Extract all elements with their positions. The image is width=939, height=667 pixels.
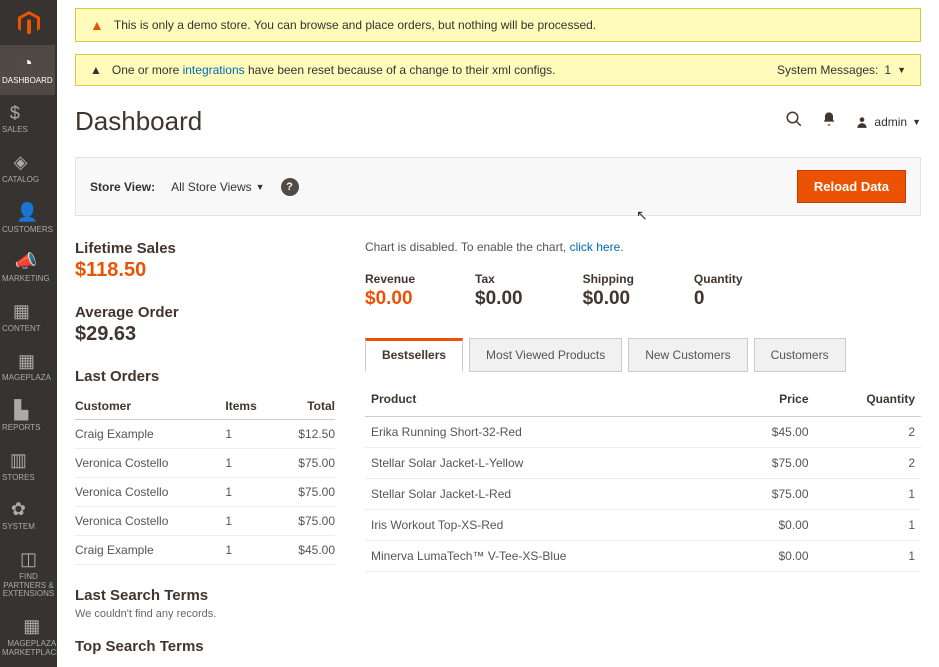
- sidebar-item-reports-icon: ▙: [14, 401, 28, 421]
- last-orders-table: Customer Items Total Craig Example1$12.5…: [75, 393, 335, 565]
- chevron-down-icon: ▼: [912, 117, 921, 127]
- table-row[interactable]: Erika Running Short-32-Red$45.002: [365, 417, 921, 448]
- sidebar-item-label: DASHBOARD: [2, 77, 53, 86]
- lifetime-sales-value: $118.50: [75, 259, 335, 282]
- tab-new-customers[interactable]: New Customers: [628, 338, 747, 372]
- sidebar-item-stores[interactable]: ▥ STORES: [0, 442, 37, 492]
- table-row[interactable]: Craig Example1$45.00: [75, 536, 335, 565]
- sidebar-item-label: CONTENT: [2, 325, 41, 334]
- sidebar-item-label: MAGEPLAZA MARKETPLACE: [2, 640, 62, 658]
- chart-disabled-note: Chart is disabled. To enable the chart, …: [365, 240, 921, 254]
- table-row[interactable]: Veronica Costello1$75.00: [75, 478, 335, 507]
- metric-revenue: Revenue$0.00: [365, 272, 415, 310]
- top-search-title: Top Search Terms: [75, 638, 335, 655]
- sidebar-item-system-icon: ✿: [11, 500, 26, 520]
- lifetime-sales-label: Lifetime Sales: [75, 240, 335, 257]
- sidebar-item-mageplaza-icon: ▦: [18, 352, 35, 372]
- sidebar-item-label: SALES: [2, 126, 28, 135]
- demo-banner-text: This is only a demo store. You can brows…: [114, 18, 596, 32]
- enable-chart-link[interactable]: click here: [570, 240, 621, 254]
- main-content: ▲ This is only a demo store. You can bro…: [57, 0, 939, 667]
- table-row[interactable]: Veronica Costello1$75.00: [75, 507, 335, 536]
- sidebar-item-label: STORES: [2, 474, 35, 483]
- sidebar-item-marketing-icon: 📣: [15, 252, 37, 272]
- sidebar-item-label: REPORTS: [2, 424, 41, 433]
- chevron-down-icon: ▼: [256, 182, 265, 192]
- sidebar-item-reports[interactable]: ▙ REPORTS: [0, 392, 43, 442]
- sidebar-item-dashboard-icon: ◔: [22, 54, 33, 74]
- sidebar-item-sales[interactable]: $ SALES: [0, 95, 30, 145]
- sidebar-item-label: CATALOG: [2, 176, 39, 185]
- sidebar-item-customers[interactable]: 👤 CUSTOMERS: [0, 194, 55, 244]
- tab-customers[interactable]: Customers: [754, 338, 846, 372]
- help-icon[interactable]: ?: [281, 178, 299, 196]
- table-row[interactable]: Craig Example1$12.50: [75, 420, 335, 449]
- notifications-button[interactable]: [821, 111, 837, 132]
- sidebar-item-marketing[interactable]: 📣 MARKETING: [0, 243, 52, 293]
- average-order-value: $29.63: [75, 323, 335, 346]
- table-row[interactable]: Veronica Costello1$75.00: [75, 449, 335, 478]
- last-search-title: Last Search Terms: [75, 587, 335, 604]
- integrations-banner-text: One or more integrations have been reset…: [112, 63, 556, 77]
- average-order-label: Average Order: [75, 304, 335, 321]
- sidebar: ◔ DASHBOARD $ SALES ◈ CATALOG 👤 CUSTOMERS 📣 MARKE…: [0, 0, 57, 667]
- store-view-select[interactable]: All Store Views ▼: [171, 180, 264, 194]
- sidebar-item-dashboard[interactable]: ◔ DASHBOARD: [0, 45, 55, 95]
- demo-banner: ▲ This is only a demo store. You can bro…: [75, 8, 921, 42]
- sidebar-item-content-icon: ▦: [13, 302, 30, 322]
- bestsellers-table: Product Price Quantity Erika Running Sho…: [365, 382, 921, 572]
- table-row[interactable]: Minerva LumaTech™ V-Tee-XS-Blue$0.001: [365, 541, 921, 572]
- reload-data-button[interactable]: Reload Data: [797, 170, 906, 203]
- system-messages-toggle[interactable]: System Messages: 1 ▼: [777, 63, 906, 77]
- sidebar-item-label: CUSTOMERS: [2, 226, 53, 235]
- sidebar-item-marketplace-icon: ▦: [23, 617, 40, 637]
- metric-shipping: Shipping$0.00: [583, 272, 634, 310]
- last-orders-title: Last Orders: [75, 368, 335, 385]
- sidebar-item-system[interactable]: ✿ SYSTEM: [0, 491, 37, 541]
- sidebar-item-catalog[interactable]: ◈ CATALOG: [0, 144, 41, 194]
- sidebar-item-catalog-icon: ◈: [14, 153, 28, 173]
- table-row[interactable]: Stellar Solar Jacket-L-Yellow$75.002: [365, 448, 921, 479]
- sidebar-item-mageplaza[interactable]: ▦ MAGEPLAZA: [0, 343, 53, 393]
- sidebar-item-partners-icon: ◫: [20, 550, 37, 570]
- sidebar-item-label: MARKETING: [2, 275, 50, 284]
- sidebar-item-label: FIND PARTNERS & EXTENSIONS: [2, 573, 55, 599]
- store-view-label: Store View:: [90, 180, 155, 194]
- table-row[interactable]: Stellar Solar Jacket-L-Red$75.001: [365, 479, 921, 510]
- sidebar-item-stores-icon: ▥: [10, 451, 27, 471]
- warning-icon: ▲: [90, 63, 102, 77]
- sidebar-item-label: MAGEPLAZA: [2, 374, 51, 383]
- sidebar-item-customers-icon: 👤: [16, 203, 38, 223]
- tab-bestsellers[interactable]: Bestsellers: [365, 338, 463, 372]
- table-row[interactable]: Iris Workout Top-XS-Red$0.001: [365, 510, 921, 541]
- last-search-empty: We couldn't find any records.: [75, 608, 335, 620]
- integrations-banner: ▲ One or more integrations have been res…: [75, 54, 921, 86]
- sidebar-item-label: SYSTEM: [2, 523, 35, 532]
- metric-quantity: Quantity0: [694, 272, 743, 310]
- chevron-down-icon: ▼: [897, 65, 906, 75]
- sidebar-item-sales-icon: $: [10, 104, 20, 124]
- tab-most-viewed-products[interactable]: Most Viewed Products: [469, 338, 622, 372]
- page-title: Dashboard: [75, 106, 202, 137]
- sidebar-item-content[interactable]: ▦ CONTENT: [0, 293, 43, 343]
- integrations-link[interactable]: integrations: [183, 63, 245, 77]
- magento-logo[interactable]: [0, 0, 57, 45]
- toolbar: Store View: All Store Views ▼ ? Reload D…: [75, 157, 921, 216]
- warning-icon: ▲: [90, 17, 104, 33]
- sidebar-item-marketplace[interactable]: ▦ MAGEPLAZA MARKETPLACE: [0, 608, 64, 666]
- admin-account-menu[interactable]: admin ▼: [855, 115, 921, 129]
- search-button[interactable]: [785, 110, 803, 133]
- sidebar-item-partners[interactable]: ◫ FIND PARTNERS & EXTENSIONS: [0, 541, 57, 608]
- metric-tax: Tax$0.00: [475, 272, 523, 310]
